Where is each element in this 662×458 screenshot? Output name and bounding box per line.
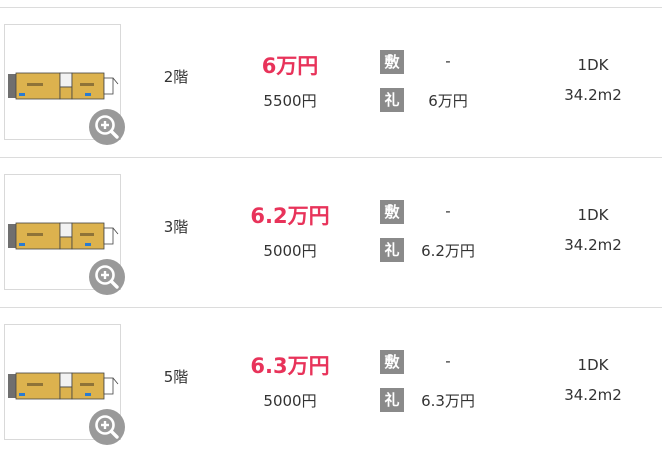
floorplan-image	[8, 222, 119, 250]
key-money-value: 6万円	[428, 92, 468, 110]
magnifier-plus-icon[interactable]	[89, 409, 125, 445]
key-money-value: 6.2万円	[421, 242, 475, 260]
floorplan-thumbnail[interactable]	[4, 174, 125, 295]
room-layout: 1DK	[577, 356, 609, 374]
magnifier-plus-icon[interactable]	[89, 259, 125, 295]
room-layout: 1DK	[577, 206, 609, 224]
rent-price: 6.3万円	[250, 354, 330, 378]
room-row[interactable]: 3階 6.2万円 5000円 敷 - 礼 6.2万円 1DK 34.2m2	[0, 158, 662, 308]
deposit-tag: 敷	[380, 50, 404, 74]
room-row[interactable]: 5階 6.3万円 5000円 敷 - 礼 6.3万円 1DK 34.2m2	[0, 308, 662, 458]
deposit-tag: 敷	[380, 350, 404, 374]
room-area: 34.2m2	[564, 386, 622, 404]
floor-level: 2階	[163, 68, 189, 86]
room-area: 34.2m2	[564, 236, 622, 254]
floor-level: 5階	[163, 368, 189, 386]
floorplan-thumbnail[interactable]	[4, 324, 125, 445]
management-fee: 5000円	[263, 392, 317, 410]
management-fee: 5000円	[263, 242, 317, 260]
deposit-value: -	[445, 52, 451, 70]
floor-level: 3階	[163, 218, 189, 236]
management-fee: 5500円	[263, 92, 317, 110]
deposit-value: -	[445, 202, 451, 220]
key-money-tag: 礼	[380, 88, 404, 112]
deposit-tag: 敷	[380, 200, 404, 224]
room-area: 34.2m2	[564, 86, 622, 104]
rent-price: 6.2万円	[250, 204, 330, 228]
key-money-value: 6.3万円	[421, 392, 475, 410]
floorplan-thumbnail[interactable]	[4, 24, 125, 145]
deposit-value: -	[445, 352, 451, 370]
magnifier-plus-icon[interactable]	[89, 109, 125, 145]
rent-price: 6万円	[261, 54, 319, 78]
room-layout: 1DK	[577, 56, 609, 74]
floorplan-image	[8, 372, 119, 400]
floorplan-image	[8, 72, 119, 100]
key-money-tag: 礼	[380, 388, 404, 412]
key-money-tag: 礼	[380, 238, 404, 262]
room-row[interactable]: 2階 6万円 5500円 敷 - 礼 6万円 1DK 34.2m2	[0, 8, 662, 158]
